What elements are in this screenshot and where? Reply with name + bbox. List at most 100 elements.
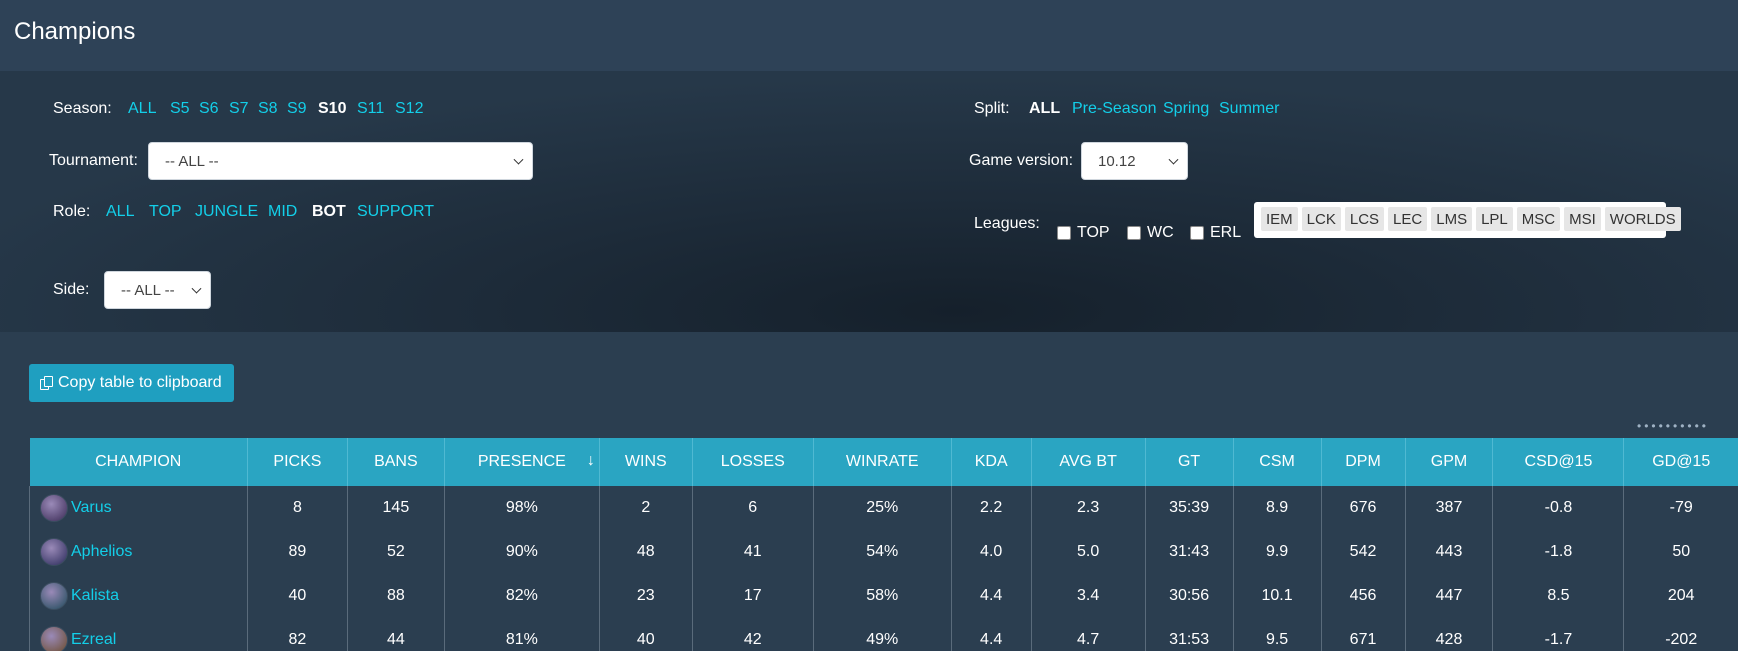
side-select[interactable]: -- ALL -- (104, 271, 211, 309)
table-cell: -1.8 (1492, 530, 1624, 574)
column-header-label: LOSSES (720, 453, 785, 470)
copy-table-label: Copy table to clipboard (58, 374, 222, 391)
column-resize-dots[interactable]: •••••••••• (1637, 419, 1709, 433)
league-tag-worlds[interactable]: WORLDS (1604, 207, 1681, 231)
league-tag-lck[interactable]: LCK (1301, 207, 1341, 231)
season-option-s6[interactable]: S6 (199, 100, 219, 118)
table-cell: 456 (1320, 574, 1406, 618)
table-cell: -202 (1623, 618, 1738, 651)
role-option-mid[interactable]: MID (268, 203, 297, 221)
table-cell: 30:56 (1144, 574, 1234, 618)
table-body: Varus 8 145 98% 2 6 25% 2.2 2.3 35:39 8.9 676 387 -0.… (29, 486, 1738, 651)
table-cell: 8.5 (1492, 574, 1624, 618)
checkbox-icon[interactable] (1127, 226, 1141, 240)
champion-cell: Aphelios (29, 530, 248, 574)
champion-link[interactable]: Ezreal (71, 631, 116, 649)
season-option-s8[interactable]: S8 (258, 100, 278, 118)
table-cell: 82 (246, 618, 348, 651)
table-cell: -1.7 (1492, 618, 1624, 651)
game-version-select[interactable]: 10.12 (1081, 142, 1188, 180)
table-cell: 98% (443, 486, 600, 530)
column-header-label: PRESENCE (477, 453, 566, 470)
league-tag-lpl[interactable]: LPL (1476, 207, 1513, 231)
champion-avatar (40, 582, 68, 610)
season-option-s12[interactable]: S12 (395, 100, 423, 118)
league-checkbox-erl[interactable]: ERL (1190, 224, 1241, 242)
column-header-bans[interactable]: BANS (346, 438, 445, 486)
league-tag-msc[interactable]: MSC (1516, 207, 1561, 231)
champion-link[interactable]: Aphelios (71, 543, 132, 561)
table-cell: -0.8 (1492, 486, 1624, 530)
role-option-top[interactable]: TOP (149, 203, 182, 221)
champion-link[interactable]: Kalista (71, 587, 119, 605)
checkbox-icon[interactable] (1190, 226, 1204, 240)
tournament-label: Tournament: (49, 152, 138, 169)
column-header-csm[interactable]: CSM (1232, 438, 1322, 486)
column-header-dpm[interactable]: DPM (1320, 438, 1406, 486)
season-option-s5[interactable]: S5 (170, 100, 190, 118)
column-header-winrate[interactable]: WINRATE (812, 438, 952, 486)
season-option-s9[interactable]: S9 (287, 100, 307, 118)
table-cell: 145 (346, 486, 445, 530)
column-header-avg-bt[interactable]: AVG BT (1030, 438, 1146, 486)
table-cell: 8 (246, 486, 348, 530)
table-cell: 31:43 (1144, 530, 1234, 574)
table-cell: 9.9 (1232, 530, 1322, 574)
season-option-s11[interactable]: S11 (357, 100, 384, 118)
champion-cell: Kalista (29, 574, 248, 618)
split-option-spring[interactable]: Spring (1163, 100, 1209, 118)
column-header-gpm[interactable]: GPM (1404, 438, 1493, 486)
table-cell: 58% (812, 574, 952, 618)
league-tags-box[interactable]: IEM LCK LCS LEC LMS LPL MSC MSI WORLDS (1254, 202, 1681, 238)
table-cell: 8.9 (1232, 486, 1322, 530)
role-option-support[interactable]: SUPPORT (357, 203, 434, 221)
league-tag-lec[interactable]: LEC (1388, 207, 1428, 231)
split-option-summer[interactable]: Summer (1219, 100, 1279, 118)
tournament-select[interactable]: -- ALL -- (148, 142, 533, 180)
leagues-label: Leagues: (974, 215, 1040, 232)
table-cell: 44 (346, 618, 445, 651)
league-tag-lcs[interactable]: LCS (1344, 207, 1385, 231)
column-header-presence[interactable]: PRESENCE ↓ (443, 438, 600, 486)
role-option-jungle[interactable]: JUNGLE (195, 203, 258, 221)
copy-table-button[interactable]: Copy table to clipboard (29, 364, 234, 402)
role-label: Role: (53, 203, 91, 220)
champion-cell: Varus (29, 486, 248, 530)
column-header-label: CSD@15 (1524, 453, 1593, 470)
checkbox-icon[interactable] (1057, 226, 1071, 240)
column-header-losses[interactable]: LOSSES (691, 438, 814, 486)
league-tag-lms[interactable]: LMS (1431, 207, 1473, 231)
column-header-label: GT (1177, 453, 1201, 470)
season-option-s7[interactable]: S7 (229, 100, 249, 118)
league-tag-msi[interactable]: MSI (1564, 207, 1601, 231)
split-option-all[interactable]: ALL (1029, 100, 1060, 118)
column-header-csd-15[interactable]: CSD@15 (1492, 438, 1624, 486)
league-checkbox-wc[interactable]: WC (1127, 224, 1174, 242)
table-cell: 10.1 (1232, 574, 1322, 618)
season-option-s10[interactable]: S10 (318, 100, 346, 118)
column-header-wins[interactable]: WINS (598, 438, 693, 486)
league-checkbox-top[interactable]: TOP (1057, 224, 1110, 242)
role-option-all[interactable]: ALL (106, 203, 134, 221)
table-cell: 204 (1623, 574, 1738, 618)
column-header-kda[interactable]: KDA (950, 438, 1032, 486)
table-cell: 443 (1404, 530, 1493, 574)
column-header-label: GPM (1430, 453, 1468, 470)
column-header-gt[interactable]: GT (1144, 438, 1234, 486)
champion-link[interactable]: Varus (71, 499, 112, 517)
league-tag-iem[interactable]: IEM (1261, 207, 1298, 231)
table-cell: 2 (598, 486, 693, 530)
game-version-value: 10.12 (1098, 152, 1136, 170)
column-header-gd-15[interactable]: GD@15 (1623, 438, 1738, 486)
season-option-all[interactable]: ALL (128, 100, 156, 118)
column-header-label: CHAMPION (95, 453, 182, 470)
table-cell: 3.4 (1030, 574, 1146, 618)
column-header-label: KDA (974, 453, 1008, 470)
game-version-label: Game version: (969, 152, 1074, 169)
champion-stats-table: CHAMPION PICKS BANS PRESENCE ↓ WINS LOSSES WINR… (29, 438, 1738, 651)
split-option-pre-season[interactable]: Pre-Season (1072, 100, 1157, 118)
column-header-champion[interactable]: CHAMPION (29, 438, 248, 486)
role-option-bot[interactable]: BOT (312, 203, 346, 221)
column-header-picks[interactable]: PICKS (246, 438, 348, 486)
table-cell: 5.0 (1030, 530, 1146, 574)
